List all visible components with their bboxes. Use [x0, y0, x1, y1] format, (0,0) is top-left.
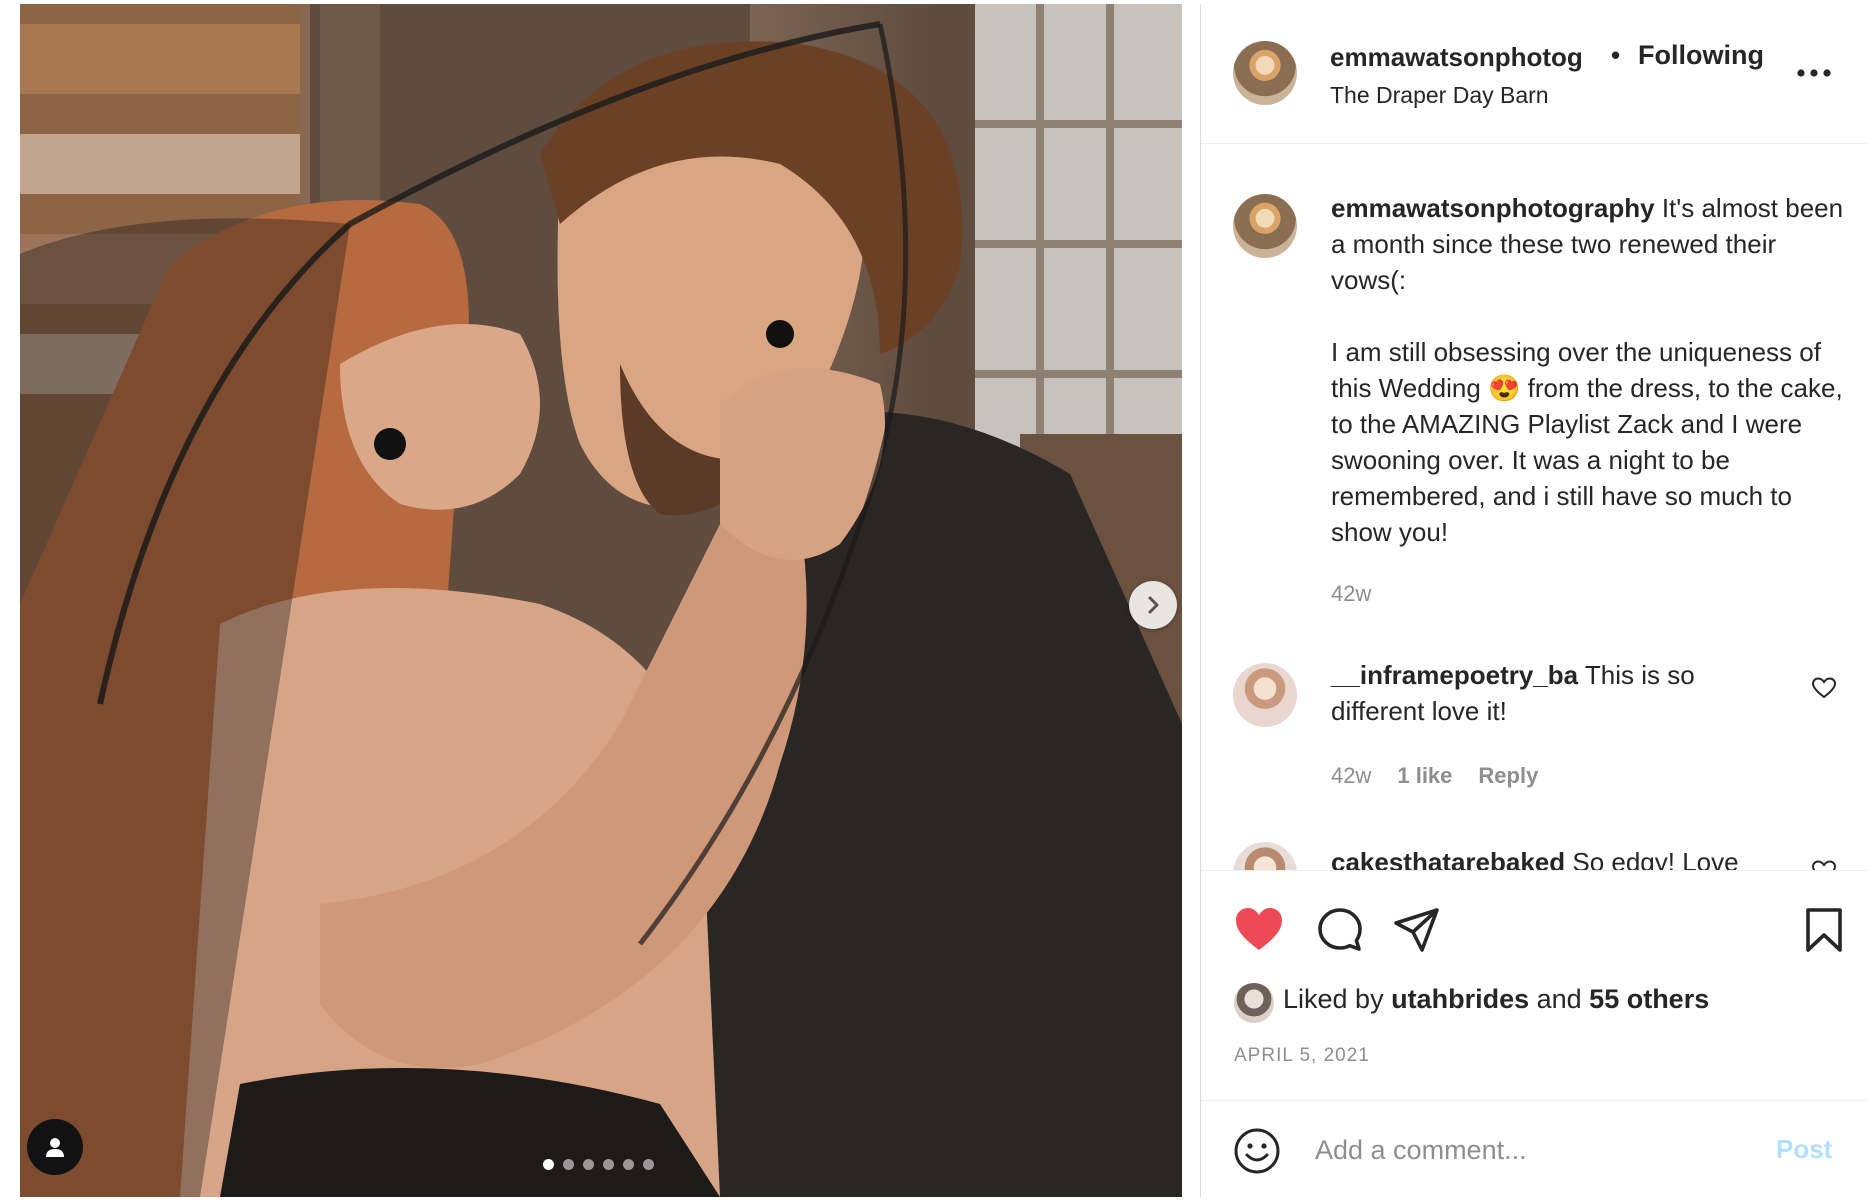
carousel-dot	[603, 1159, 614, 1170]
add-comment-bar: Post	[1201, 1100, 1868, 1198]
comment-username[interactable]: cakesthatarebaked	[1331, 847, 1565, 870]
carousel-dot	[623, 1159, 634, 1170]
post-header: emmawatsonphotog • Following The Draper …	[1201, 4, 1868, 144]
comment-timestamp[interactable]: 42w	[1331, 763, 1371, 789]
caption: emmawatsonphotography It's almost been a…	[1331, 190, 1851, 550]
likes-others-link[interactable]: 55 others	[1589, 984, 1709, 1014]
liked-by-user[interactable]: utahbrides	[1391, 984, 1529, 1014]
carousel-dot	[563, 1159, 574, 1170]
likes-summary: Liked by utahbrides and 55 others	[1283, 984, 1709, 1015]
avatar[interactable]	[1233, 842, 1297, 870]
comment-username[interactable]: __inframepoetry_ba	[1331, 660, 1578, 690]
heart-filled-icon[interactable]	[1234, 906, 1284, 952]
user-tag-icon	[46, 1138, 64, 1157]
location-link[interactable]: The Draper Day Barn	[1330, 82, 1549, 109]
likes-prefix: Liked by	[1283, 984, 1392, 1014]
avatar[interactable]	[1233, 41, 1297, 105]
avatar[interactable]	[1233, 194, 1297, 258]
carousel-dot	[583, 1159, 594, 1170]
emoji-icon[interactable]	[1233, 1127, 1281, 1175]
avatar[interactable]	[1234, 983, 1274, 1023]
comments-list[interactable]: emmawatsonphotography It's almost been a…	[1201, 144, 1868, 870]
header-username[interactable]: emmawatsonphotog	[1330, 42, 1583, 73]
caption-username[interactable]: emmawatsonphotography	[1331, 193, 1655, 223]
following-button[interactable]: Following	[1638, 40, 1764, 71]
comment-body: So edgy! Love	[1565, 847, 1739, 870]
reply-button[interactable]: Reply	[1478, 763, 1538, 789]
comment-text: cakesthatarebaked So edgy! Love	[1331, 844, 1801, 870]
bookmark-icon[interactable]	[1804, 907, 1844, 953]
post-comment-button[interactable]: Post	[1776, 1134, 1832, 1165]
comment-icon[interactable]	[1316, 906, 1364, 954]
carousel-dot	[643, 1159, 654, 1170]
next-photo-button[interactable]	[1129, 581, 1177, 629]
avatar[interactable]	[1233, 663, 1297, 727]
post-photo[interactable]	[20, 4, 1182, 1197]
carousel-dot	[543, 1159, 554, 1170]
more-icon[interactable]	[1796, 68, 1832, 78]
comment-meta: 42w 1 like Reply	[1331, 763, 1538, 789]
comment-text: __inframepoetry_ba This is so different …	[1331, 657, 1791, 729]
photo-scene	[20, 4, 1182, 1197]
small-heart-icon[interactable]	[1811, 859, 1837, 870]
tagged-users-button[interactable]	[27, 1119, 83, 1175]
chevron-right-icon	[1148, 596, 1159, 614]
share-icon[interactable]	[1393, 907, 1441, 953]
caption-text: It's almost been a month since these two…	[1331, 193, 1844, 547]
post-actions: Liked by utahbrides and 55 others APRIL …	[1201, 870, 1868, 1101]
caption-timestamp[interactable]: 42w	[1331, 581, 1371, 607]
carousel-indicator	[543, 1159, 654, 1170]
comment-input[interactable]	[1313, 1127, 1757, 1173]
comment-likes[interactable]: 1 like	[1397, 763, 1452, 789]
small-heart-icon[interactable]	[1811, 676, 1837, 700]
post-date[interactable]: APRIL 5, 2021	[1234, 1045, 1370, 1067]
header-separator: •	[1611, 40, 1621, 70]
likes-conjunction: and	[1529, 984, 1590, 1014]
post-details-panel: emmawatsonphotog • Following The Draper …	[1200, 4, 1868, 1197]
